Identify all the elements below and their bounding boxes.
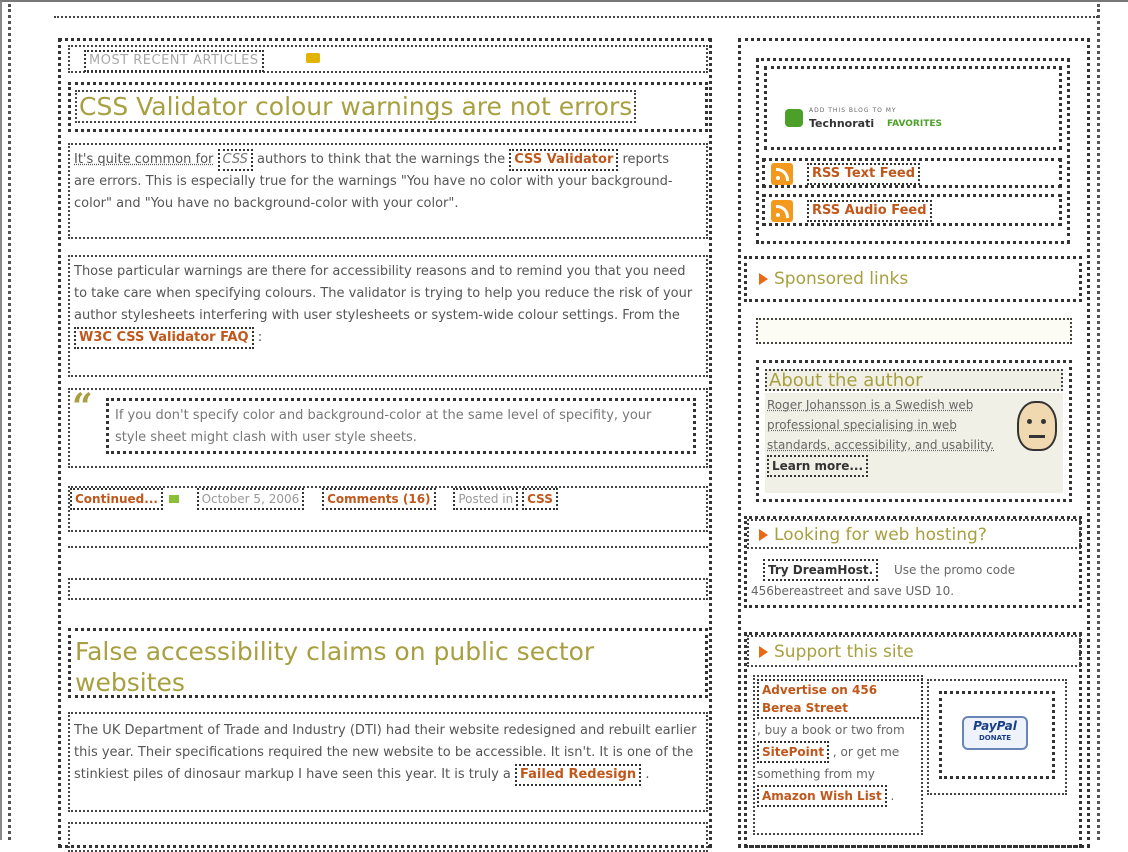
about-author-box: About the author Roger Johansson is a Sw… bbox=[756, 360, 1072, 502]
css-validator-link[interactable]: CSS Validator bbox=[509, 149, 619, 171]
technorati-box[interactable]: ADD THIS BLOG TO MY Technorati FAVORITES bbox=[764, 66, 1062, 150]
sponsored-title: Sponsored links bbox=[759, 269, 908, 289]
spacer-box bbox=[68, 578, 708, 600]
technorati-small-text: ADD THIS BLOG TO MY bbox=[809, 107, 897, 114]
technorati-logo-icon bbox=[785, 109, 803, 127]
sponsored-links-box bbox=[756, 318, 1072, 344]
amazon-wishlist-link[interactable]: Amazon Wish List bbox=[757, 785, 887, 807]
article-title-box: CSS Validator colour warnings are not er… bbox=[68, 82, 708, 132]
dreamhost-link[interactable]: Try DreamHost. bbox=[763, 559, 879, 581]
hosting-box: Looking for web hosting? Try DreamHost. … bbox=[744, 516, 1082, 608]
rss-text-item[interactable]: RSS Text Feed bbox=[762, 158, 1062, 188]
article-paragraph bbox=[68, 822, 708, 852]
paypal-donate-button[interactable]: PayPal DONATE bbox=[962, 716, 1028, 750]
quote-text: If you don't specify color and backgroun… bbox=[115, 408, 652, 445]
sponsored-header: Sponsored links bbox=[744, 256, 1082, 302]
comments-link[interactable]: Comments (16) bbox=[322, 488, 436, 510]
section-label: MOST RECENT ARTICLES bbox=[84, 50, 264, 72]
rss-icon bbox=[771, 200, 793, 222]
support-text: . bbox=[890, 789, 895, 803]
article-title-link[interactable]: False accessibility claims on public sec… bbox=[75, 636, 675, 698]
article-title-box: False accessibility claims on public sec… bbox=[68, 628, 708, 698]
divider bbox=[68, 546, 708, 556]
left-edge-outline bbox=[8, 4, 11, 840]
author-avatar bbox=[1017, 401, 1057, 451]
about-header: About the author bbox=[765, 369, 1063, 391]
learn-more-link[interactable]: Learn more... bbox=[767, 455, 869, 477]
article-paragraph: It's quite common for CSS authors to thi… bbox=[68, 143, 708, 239]
right-edge-outline bbox=[1097, 4, 1100, 840]
article-meta: Continued... October 5, 2006 Comments (1… bbox=[68, 486, 708, 532]
feed-icon bbox=[306, 53, 320, 63]
technorati-favorites: FAVORITES bbox=[887, 119, 942, 129]
hosting-title: Looking for web hosting? bbox=[759, 525, 987, 545]
paragraph-text: authors to think that the warnings the bbox=[257, 152, 506, 167]
article-title-link[interactable]: CSS Validator colour warnings are not er… bbox=[75, 90, 637, 123]
paragraph-text: . bbox=[645, 767, 650, 782]
support-header: Support this site bbox=[747, 635, 1081, 667]
quote-box: If you don't specify color and backgroun… bbox=[106, 398, 696, 454]
hosting-header: Looking for web hosting? bbox=[747, 519, 1081, 549]
sitepoint-link[interactable]: SitePoint bbox=[757, 741, 830, 763]
support-text-box: Advertise on 456 Berea Street , buy a bo… bbox=[753, 675, 923, 835]
support-box: Support this site Advertise on 456 Berea… bbox=[744, 632, 1082, 848]
failed-redesign-link[interactable]: Failed Redesign bbox=[515, 764, 642, 786]
rss-icon bbox=[771, 163, 793, 185]
about-text: Roger Johansson is a Swedish web profess… bbox=[767, 398, 995, 452]
paragraph-text: Those particular warnings are there for … bbox=[74, 264, 693, 323]
about-title: About the author bbox=[769, 370, 923, 391]
paypal-box: PayPal DONATE bbox=[939, 691, 1055, 779]
blockquote: “ If you don't specify color and backgro… bbox=[68, 386, 708, 468]
abbr-css: CSS bbox=[217, 149, 253, 171]
continued-link[interactable]: Continued... bbox=[70, 488, 163, 510]
posted-in-text: Posted in bbox=[453, 488, 519, 510]
paypal-outer: PayPal DONATE bbox=[927, 679, 1067, 795]
flag-icon bbox=[759, 646, 768, 658]
article-paragraph: The UK Department of Trade and Industry … bbox=[68, 712, 708, 812]
technorati-name: Technorati bbox=[809, 117, 875, 130]
rss-text-link[interactable]: RSS Text Feed bbox=[807, 163, 921, 185]
top-outline bbox=[54, 16, 1098, 26]
w3c-faq-link[interactable]: W3C CSS Validator FAQ bbox=[74, 327, 254, 349]
rss-audio-link[interactable]: RSS Audio Feed bbox=[807, 200, 932, 222]
article-paragraph: Those particular warnings are there for … bbox=[68, 255, 708, 377]
rss-audio-item[interactable]: RSS Audio Feed bbox=[762, 194, 1062, 226]
category-link[interactable]: CSS bbox=[522, 488, 558, 510]
arrow-icon bbox=[168, 495, 179, 503]
about-body: Roger Johansson is a Swedish web profess… bbox=[765, 393, 1063, 493]
flag-icon bbox=[759, 529, 768, 541]
support-title: Support this site bbox=[759, 642, 914, 662]
date-text: October 5, 2006 bbox=[196, 488, 305, 510]
quote-icon: “ bbox=[72, 386, 93, 428]
advertise-link[interactable]: Advertise on 456 Berea Street bbox=[757, 679, 923, 719]
paragraph-text: It's quite common for bbox=[74, 152, 214, 167]
paragraph-text: : bbox=[257, 330, 263, 345]
flag-icon bbox=[759, 273, 768, 285]
section-header: MOST RECENT ARTICLES bbox=[68, 45, 708, 73]
support-text: , buy a book or two from bbox=[757, 723, 905, 737]
